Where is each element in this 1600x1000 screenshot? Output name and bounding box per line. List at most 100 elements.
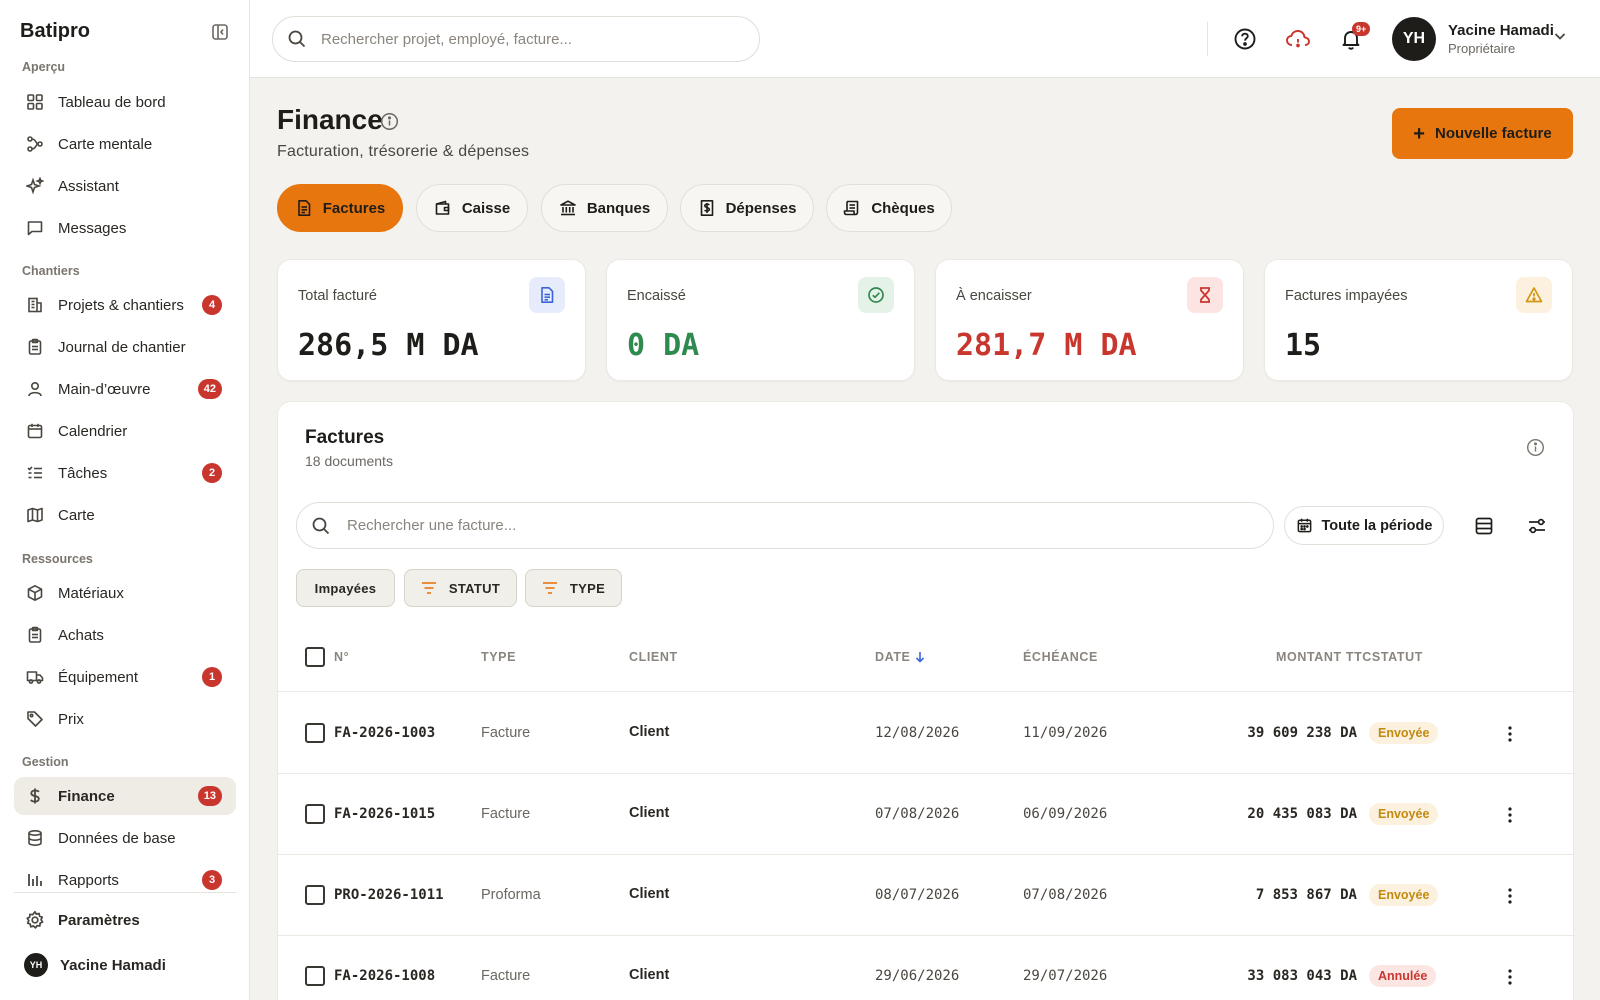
tab-depenses[interactable]: Dépenses (680, 184, 814, 232)
invoice-type: Facture (481, 968, 531, 984)
tab-cheques[interactable]: Chèques (826, 184, 952, 232)
sidebar-item-donnees[interactable]: Données de base (14, 819, 236, 857)
row-checkbox[interactable] (305, 723, 325, 743)
search-icon (287, 29, 307, 49)
row-checkbox[interactable] (305, 885, 325, 905)
dollar-icon (24, 785, 46, 807)
sidebar-item-equipement[interactable]: Équipement 1 (14, 658, 236, 696)
sidebar-item-calendrier[interactable]: Calendrier (14, 412, 236, 450)
column-header-client[interactable]: CLIENT (629, 650, 678, 664)
invoice-number[interactable]: PRO-2026-1011 (334, 887, 444, 903)
more-vertical-icon[interactable] (1500, 803, 1520, 827)
chip-impayees[interactable]: Impayées (296, 569, 395, 607)
sidebar-divider (14, 892, 236, 893)
stat-value: 281,7 M DA (956, 328, 1137, 363)
section-apercu: Aperçu (22, 60, 66, 74)
column-header-date[interactable]: DATE (875, 650, 925, 664)
filter-settings-icon[interactable] (1523, 512, 1551, 540)
sidebar-item-main-doeuvre[interactable]: Main-d’œuvre 42 (14, 370, 236, 408)
more-vertical-icon[interactable] (1500, 965, 1520, 989)
column-header-number[interactable]: N° (334, 650, 349, 664)
sidebar-item-parametres[interactable]: Paramètres (14, 901, 236, 939)
table-view-icon[interactable] (1470, 512, 1498, 540)
sidebar-item-label: Données de base (58, 829, 176, 847)
section-gestion: Gestion (22, 755, 69, 769)
tab-label: Dépenses (725, 199, 797, 217)
cloud-sync-icon[interactable] (1283, 24, 1313, 54)
row-checkbox[interactable] (305, 804, 325, 824)
period-filter-button[interactable]: Toute la période (1284, 506, 1444, 545)
document-icon (529, 277, 565, 313)
user-role: Propriétaire (1448, 41, 1516, 56)
invoice-search[interactable] (296, 502, 1274, 549)
sidebar-item-journal[interactable]: Journal de chantier (14, 328, 236, 366)
sidebar-item-achats[interactable]: Achats (14, 616, 236, 654)
bell-icon[interactable]: 9+ (1336, 22, 1371, 54)
sidebar-item-materiaux[interactable]: Matériaux (14, 574, 236, 612)
calendar-icon (1296, 517, 1313, 534)
user-icon (24, 378, 46, 400)
row-divider (278, 935, 1575, 936)
invoice-type: Facture (481, 725, 531, 741)
global-search[interactable] (272, 16, 760, 62)
sidebar-item-rapports[interactable]: Rapports 3 (14, 862, 236, 890)
stat-card-encaisse: Encaissé 0 DA (606, 259, 915, 381)
sidebar-item-messages[interactable]: Messages (14, 209, 236, 247)
arrow-down-icon (915, 651, 925, 663)
new-invoice-button[interactable]: + Nouvelle facture (1392, 108, 1573, 159)
invoice-number[interactable]: FA-2026-1008 (334, 968, 435, 984)
status-badge: Envoyée (1369, 803, 1439, 825)
invoice-client: Client (629, 967, 670, 983)
tag-icon (24, 708, 46, 730)
column-header-due[interactable]: ÉCHÉANCE (1023, 650, 1098, 664)
sidebar-collapse-icon[interactable] (208, 20, 232, 44)
invoice-number[interactable]: FA-2026-1003 (334, 725, 435, 741)
more-vertical-icon[interactable] (1500, 884, 1520, 908)
invoice-due: 11/09/2026 (1023, 725, 1108, 741)
tab-caisse[interactable]: Caisse (416, 184, 528, 232)
map-icon (24, 504, 46, 526)
sidebar-item-carte-mentale[interactable]: Carte mentale (14, 125, 236, 163)
sidebar-item-prix[interactable]: Prix (14, 700, 236, 738)
panel-title: Factures (305, 427, 385, 448)
chip-type[interactable]: TYPE (525, 569, 622, 607)
stat-label: Total facturé (298, 288, 377, 304)
sidebar-user-name: Yacine Hamadi (60, 956, 166, 974)
invoice-date: 12/08/2026 (875, 725, 960, 741)
sidebar-item-finance[interactable]: Finance 13 (14, 777, 236, 815)
message-icon (24, 217, 46, 239)
row-checkbox[interactable] (305, 966, 325, 986)
global-search-input[interactable] (321, 30, 721, 48)
stat-card-total-facture: Total facturé 286,5 M DA (277, 259, 586, 381)
info-icon[interactable] (380, 112, 399, 136)
more-vertical-icon[interactable] (1500, 722, 1520, 746)
invoice-search-input[interactable] (347, 517, 1227, 534)
sidebar-user[interactable]: YH Yacine Hamadi (14, 946, 236, 984)
sidebar-item-tableau-de-bord[interactable]: Tableau de bord (14, 83, 236, 121)
tab-label: Factures (322, 199, 386, 217)
status-badge: Envoyée (1369, 722, 1439, 744)
select-all-checkbox[interactable] (305, 647, 325, 667)
sidebar-item-projets[interactable]: Projets & chantiers 4 (14, 286, 236, 324)
chevron-down-icon[interactable] (1552, 28, 1568, 49)
column-header-type[interactable]: TYPE (481, 650, 516, 664)
hourglass-icon (1187, 277, 1223, 313)
search-icon (311, 516, 331, 536)
sidebar-item-carte[interactable]: Carte (14, 496, 236, 534)
invoice-number[interactable]: FA-2026-1015 (334, 806, 435, 822)
sidebar-item-taches[interactable]: Tâches 2 (14, 454, 236, 492)
sidebar-item-assistant[interactable]: Assistant (14, 167, 236, 205)
invoice-due: 06/09/2026 (1023, 806, 1108, 822)
user-avatar[interactable]: YH (1392, 17, 1436, 61)
sparkle-icon (24, 175, 46, 197)
tab-banques[interactable]: Banques (541, 184, 668, 232)
chip-statut[interactable]: STATUT (404, 569, 517, 607)
bank-icon (559, 199, 577, 217)
sidebar-item-label: Journal de chantier (58, 338, 186, 356)
help-icon[interactable] (1230, 24, 1260, 54)
sidebar-item-label: Carte (58, 506, 95, 524)
column-header-amount-status[interactable]: MONTANT TTCSTATUT (1276, 650, 1423, 664)
info-icon[interactable] (1526, 438, 1545, 462)
user-name[interactable]: Yacine Hamadi (1448, 22, 1554, 39)
tab-factures[interactable]: Factures (277, 184, 403, 232)
